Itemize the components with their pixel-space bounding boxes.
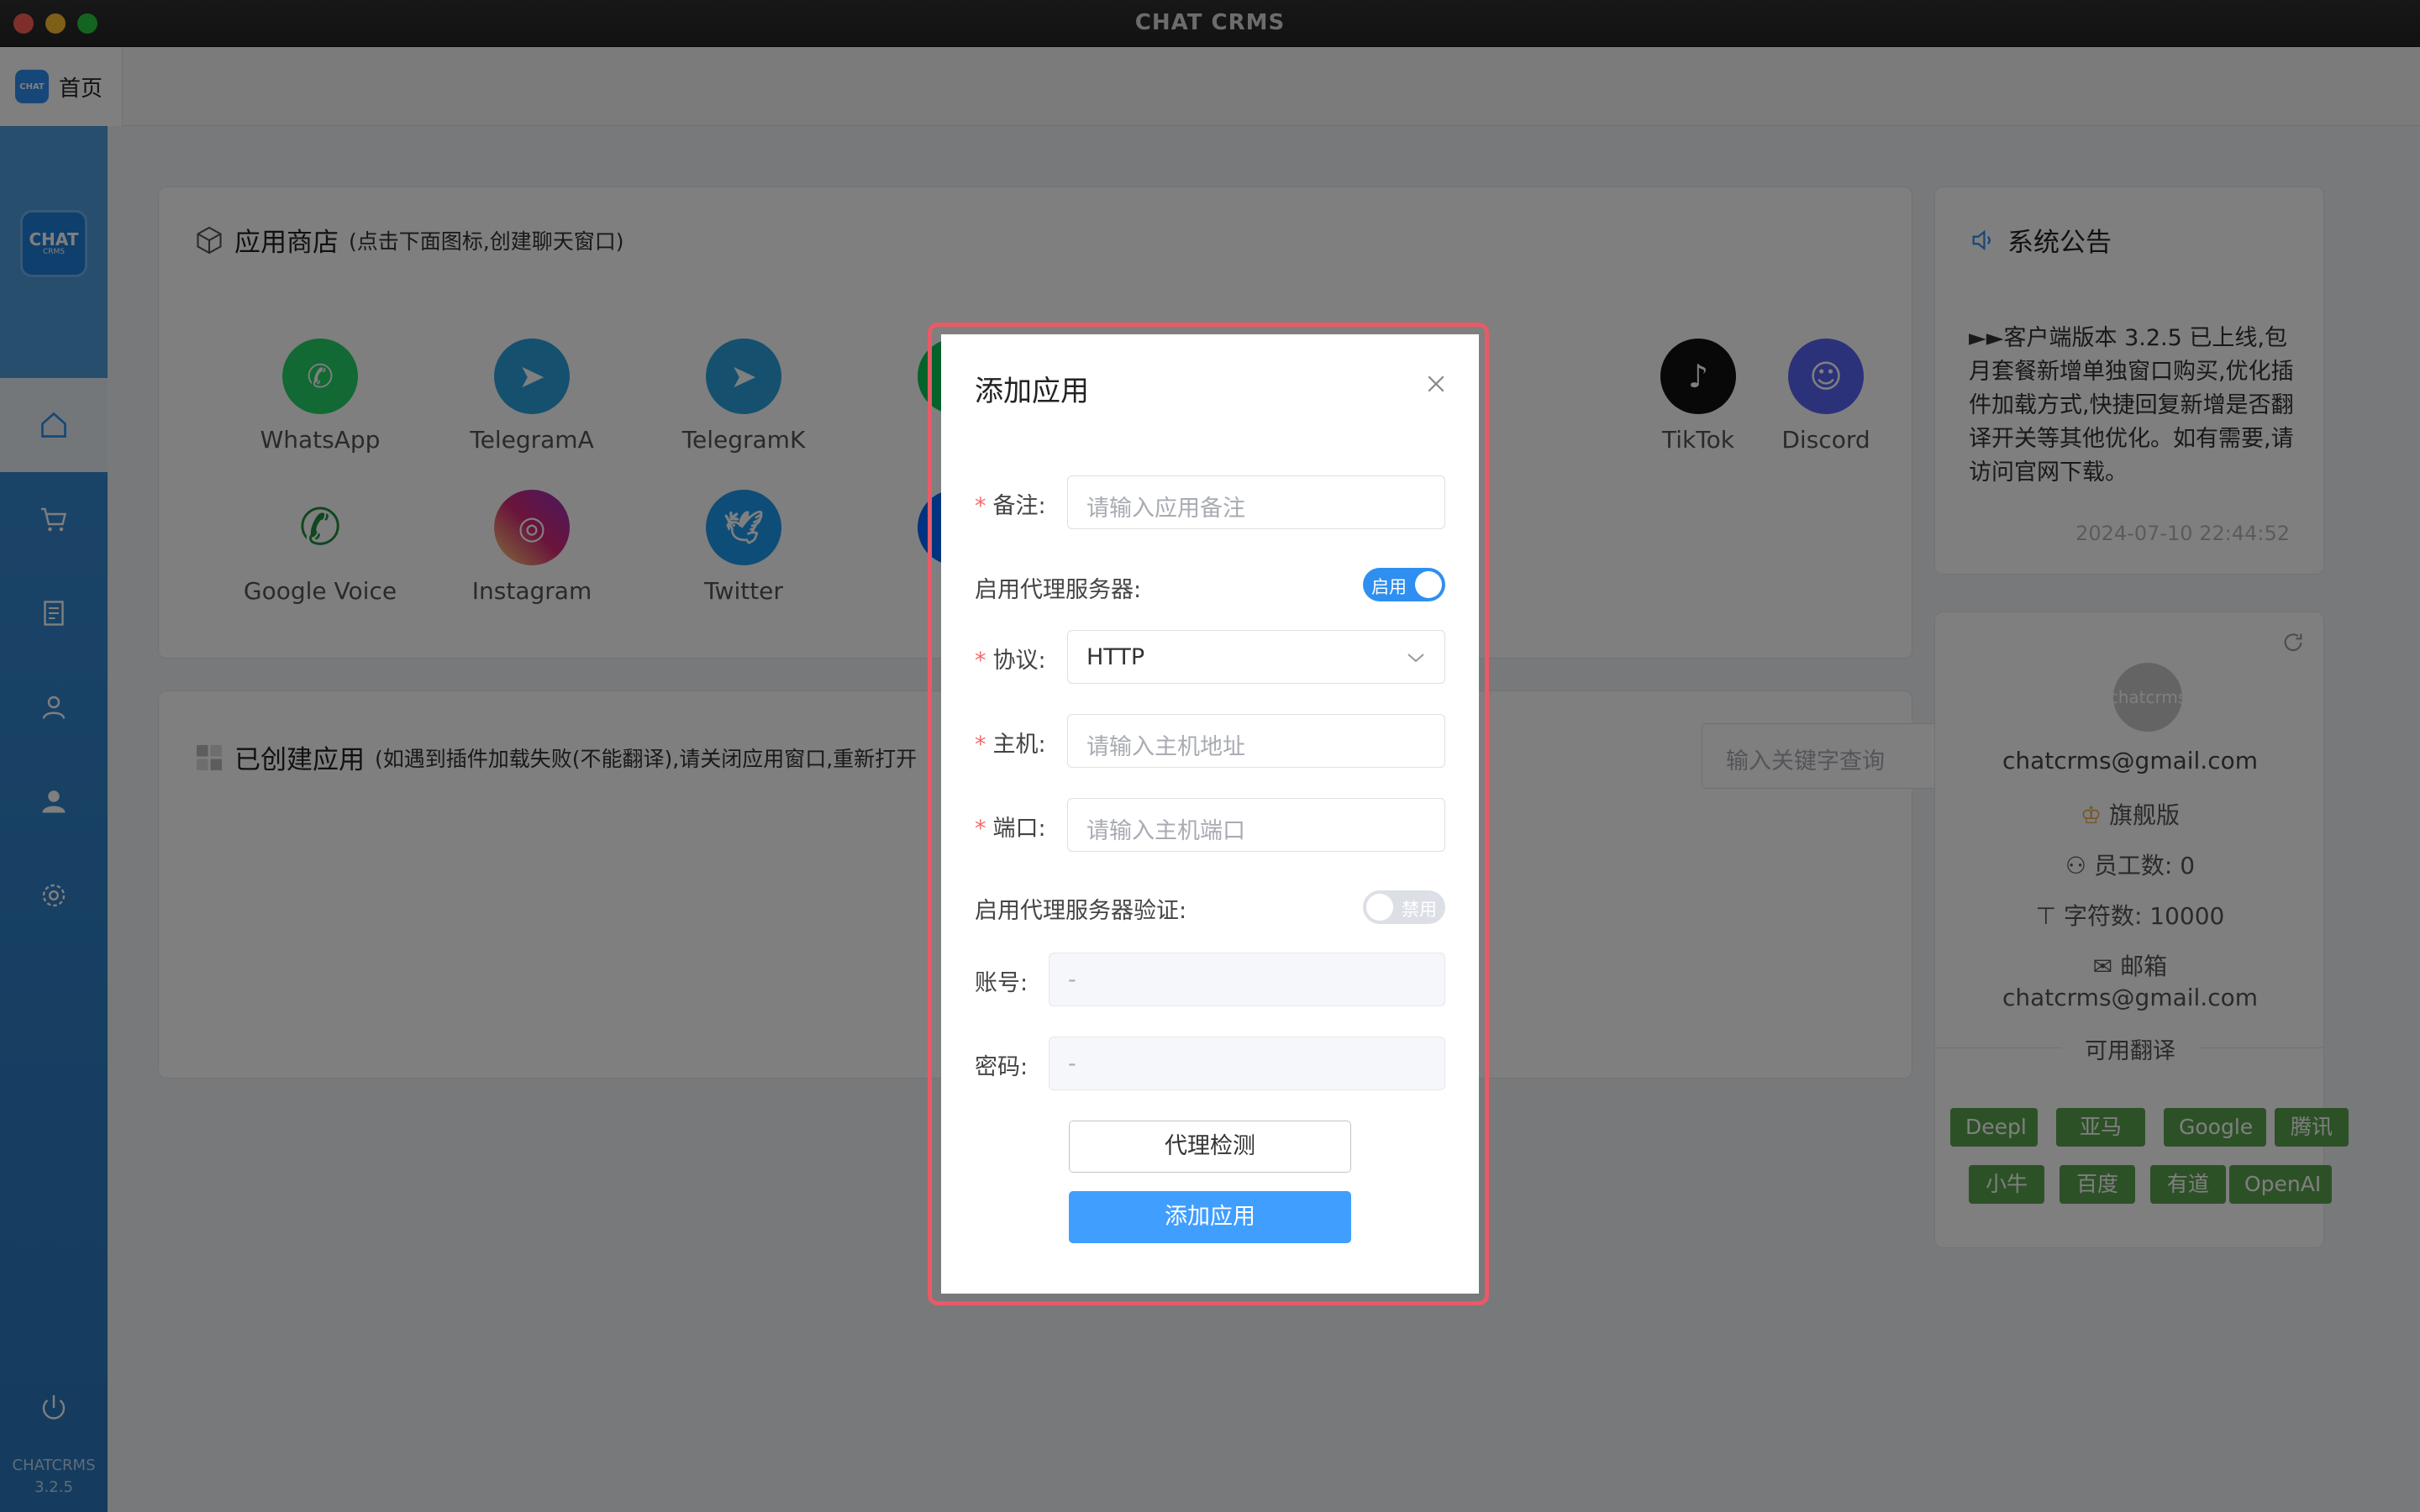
proxy-auth-label: 启用代理服务器验证: (975, 898, 1187, 924)
password-input[interactable]: - (1049, 1037, 1445, 1090)
remark-label-text: 备注: (992, 493, 1046, 519)
port-input[interactable]: 请输入主机端口 (1067, 798, 1445, 852)
host-placeholder: 请输入主机地址 (1086, 734, 1245, 760)
account-value: - (1068, 967, 1076, 993)
host-label-text: 主机: (992, 732, 1046, 758)
protocol-select[interactable]: HTTP (1067, 630, 1445, 684)
remark-placeholder: 请输入应用备注 (1086, 496, 1245, 522)
dialog-title: 添加应用 (975, 375, 1089, 408)
chevron-down-icon (1407, 654, 1424, 663)
port-label: * 端口: (975, 816, 1046, 842)
account-label: 账号: (975, 970, 1028, 996)
proxy-auth-toggle-knob (1366, 894, 1393, 921)
port-label-text: 端口: (992, 816, 1046, 842)
host-label: * 主机: (975, 732, 1046, 758)
port-placeholder: 请输入主机端口 (1086, 818, 1245, 844)
add-app-button[interactable]: 添加应用 (1069, 1191, 1351, 1243)
proxy-toggle-knob (1415, 571, 1442, 598)
account-input[interactable]: - (1049, 953, 1445, 1006)
protocol-value: HTTP (1086, 644, 1145, 670)
protocol-label: * 协议: (975, 648, 1046, 674)
remark-label: * 备注: (975, 493, 1046, 519)
proxy-check-button[interactable]: 代理检测 (1069, 1121, 1351, 1173)
close-icon[interactable] (1423, 371, 1449, 396)
proxy-auth-toggle-text: 禁用 (1402, 900, 1437, 920)
proxy-auth-toggle[interactable]: 禁用 (1363, 890, 1445, 924)
proxy-toggle-text: 启用 (1371, 577, 1407, 597)
proxy-label: 启用代理服务器: (975, 577, 1142, 603)
protocol-label-text: 协议: (992, 648, 1046, 674)
proxy-toggle[interactable]: 启用 (1363, 568, 1445, 601)
remark-input[interactable]: 请输入应用备注 (1067, 475, 1445, 529)
add-app-dialog: 添加应用 * 备注: 请输入应用备注 启用代理服务器: 启用 * 协议: HTTP … (941, 334, 1479, 1294)
password-value: - (1068, 1051, 1076, 1077)
password-label: 密码: (975, 1054, 1028, 1080)
host-input[interactable]: 请输入主机地址 (1067, 714, 1445, 768)
